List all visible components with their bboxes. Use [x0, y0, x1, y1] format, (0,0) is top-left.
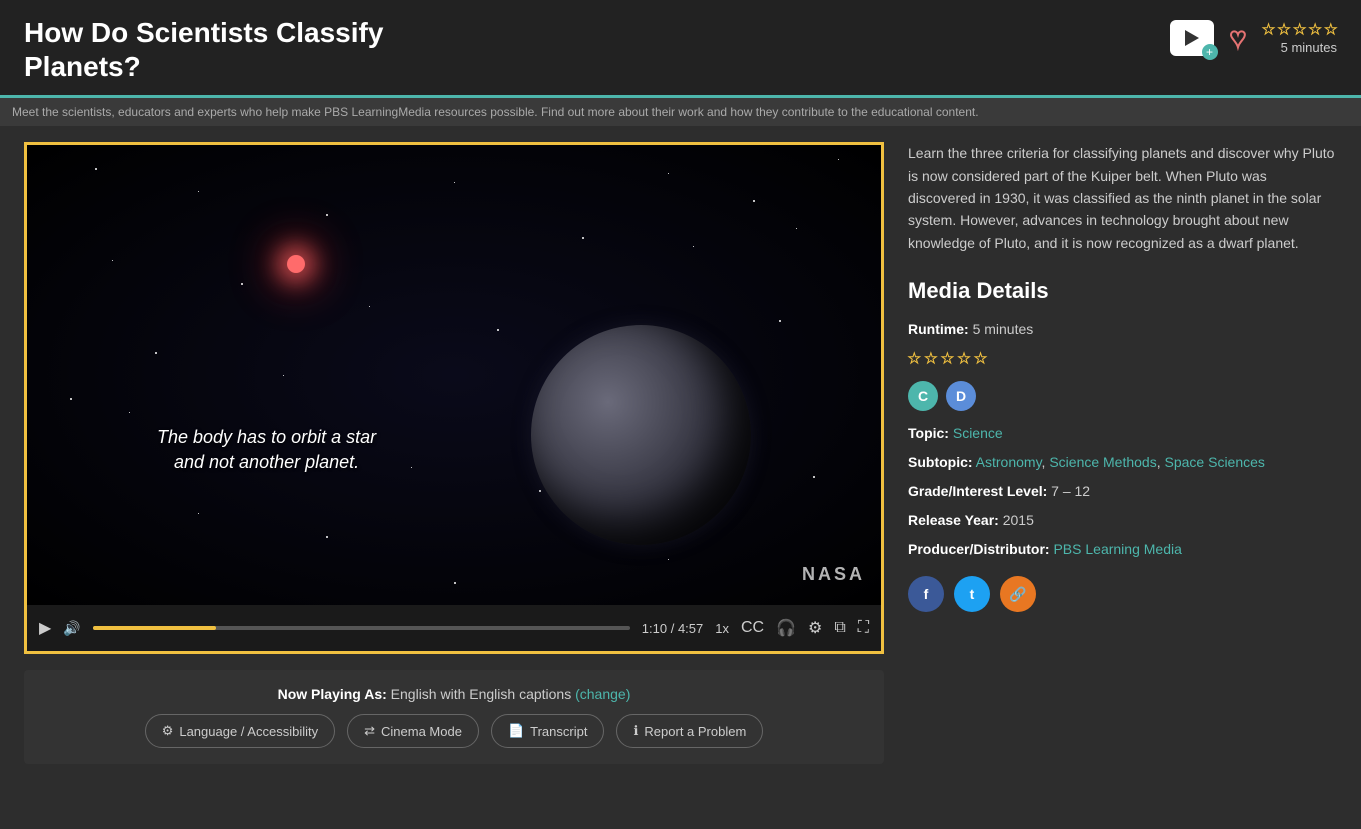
video-fullscreen-button[interactable]: ⛶: [858, 619, 869, 637]
language-accessibility-button[interactable]: ⚙ Language / Accessibility: [145, 714, 335, 748]
report-problem-button[interactable]: ℹ Report a Problem: [616, 714, 763, 748]
header-rating: ★ ★ ★ ★ ★ 5 minutes: [1262, 21, 1337, 55]
detail-star-1[interactable]: ★: [908, 348, 921, 369]
scrolling-bar: Meet the scientists, educators and exper…: [0, 98, 1361, 126]
facebook-share-button[interactable]: f: [908, 576, 944, 612]
subtopic-space-sciences-link[interactable]: Space Sciences: [1165, 454, 1265, 470]
cinema-icon: ⇄: [364, 723, 375, 739]
badge-row: C D: [908, 381, 1337, 411]
video-background: The body has to orbit a starand not anot…: [27, 145, 881, 605]
social-row: f t 🔗: [908, 576, 1337, 612]
star-1[interactable]: ★: [1262, 21, 1275, 38]
media-details-title: Media Details: [908, 274, 1337, 307]
video-section: The body has to orbit a starand not anot…: [24, 142, 884, 764]
video-progress-bar[interactable]: [93, 626, 630, 630]
video-volume-button[interactable]: 🔊: [63, 620, 80, 637]
detail-star-4[interactable]: ★: [958, 348, 971, 369]
topic-row: Topic: Science: [908, 423, 1337, 444]
runtime-row: Runtime: 5 minutes: [908, 319, 1337, 340]
video-caption: The body has to orbit a starand not anot…: [157, 425, 376, 475]
video-controls: ▶ 🔊 1:10 / 4:57 1x CC 🎧 ⚙ ⧉ ⛶: [27, 605, 881, 651]
cinema-mode-button[interactable]: ⇄ Cinema Mode: [347, 714, 479, 748]
now-playing-info: Now Playing As: English with English cap…: [48, 686, 860, 702]
rating-row[interactable]: ★ ★ ★ ★ ★: [908, 348, 1337, 369]
below-video-panel: Now Playing As: English with English cap…: [24, 670, 884, 764]
video-pip-button[interactable]: ⧉: [834, 619, 845, 637]
subtopic-astronomy-link[interactable]: Astronomy: [976, 454, 1042, 470]
star-2[interactable]: ★: [1278, 21, 1291, 38]
page-header: How Do Scientists Classify Planets? ♥ ★ …: [0, 0, 1361, 98]
stars-row[interactable]: ★ ★ ★ ★ ★: [1262, 21, 1337, 38]
header-duration: 5 minutes: [1281, 40, 1337, 55]
video-time-display: 1:10 / 4:57: [642, 621, 703, 636]
video-settings-button[interactable]: ⚙: [808, 618, 822, 638]
favorite-button[interactable]: ♥: [1230, 22, 1247, 54]
topic-link[interactable]: Science: [953, 425, 1003, 441]
video-wrapper: The body has to orbit a starand not anot…: [24, 142, 884, 654]
video-headphones-button[interactable]: 🎧: [776, 618, 796, 638]
star-3[interactable]: ★: [1293, 21, 1306, 38]
description-text: Learn the three criteria for classifying…: [908, 142, 1337, 254]
star-field: [27, 145, 881, 605]
video-progress-fill: [93, 626, 217, 630]
producer-row: Producer/Distributor: PBS Learning Media: [908, 539, 1337, 560]
release-year-row: Release Year: 2015: [908, 510, 1337, 531]
main-content: The body has to orbit a starand not anot…: [0, 126, 1361, 780]
badge-c: C: [908, 381, 938, 411]
badge-d: D: [946, 381, 976, 411]
detail-star-5[interactable]: ★: [974, 348, 987, 369]
subtopic-science-methods-link[interactable]: Science Methods: [1049, 454, 1156, 470]
producer-link[interactable]: PBS Learning Media: [1053, 541, 1181, 557]
right-panel: Learn the three criteria for classifying…: [908, 142, 1337, 764]
video-captions-button[interactable]: CC: [741, 619, 764, 637]
info-icon: ℹ: [633, 723, 638, 739]
detail-star-2[interactable]: ★: [925, 348, 938, 369]
video-play-button[interactable]: ▶: [39, 618, 51, 638]
nasa-watermark: NASA: [802, 564, 865, 585]
add-to-playlist-button[interactable]: [1170, 20, 1214, 56]
star-4[interactable]: ★: [1309, 21, 1322, 38]
transcript-button[interactable]: 📄 Transcript: [491, 714, 605, 748]
video-speed-button[interactable]: 1x: [715, 621, 729, 636]
action-buttons-row: ⚙ Language / Accessibility ⇄ Cinema Mode…: [48, 714, 860, 748]
subtopic-row: Subtopic: Astronomy, Science Methods, Sp…: [908, 452, 1337, 473]
change-language-link[interactable]: (change): [575, 686, 630, 702]
detail-star-3[interactable]: ★: [941, 348, 954, 369]
video-screen[interactable]: The body has to orbit a starand not anot…: [27, 145, 881, 605]
transcript-icon: 📄: [508, 723, 524, 739]
page-title: How Do Scientists Classify Planets?: [24, 16, 383, 83]
grade-row: Grade/Interest Level: 7 – 12: [908, 481, 1337, 502]
gear-icon: ⚙: [162, 723, 174, 739]
copy-link-button[interactable]: 🔗: [1000, 576, 1036, 612]
planet: [531, 325, 751, 545]
header-controls: ♥ ★ ★ ★ ★ ★ 5 minutes: [1170, 16, 1337, 56]
star-5[interactable]: ★: [1324, 21, 1337, 38]
twitter-share-button[interactable]: t: [954, 576, 990, 612]
play-icon: [1185, 30, 1199, 46]
